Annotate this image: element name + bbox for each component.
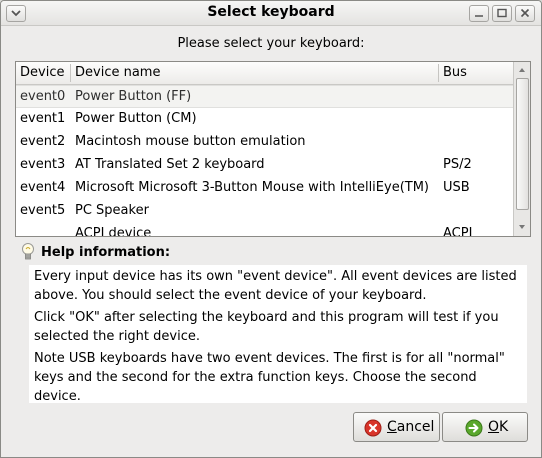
- help-paragraph: Note USB keyboards have two event device…: [34, 351, 505, 404]
- table-row[interactable]: event5 PC Speaker: [16, 200, 513, 223]
- column-header-device-name[interactable]: Device name: [75, 65, 160, 80]
- cell-bus: PS/2: [443, 157, 472, 172]
- table-row[interactable]: event4 Microsoft Microsoft 3-Button Mous…: [16, 177, 513, 200]
- scrollbar-thumb[interactable]: [516, 78, 529, 210]
- column-header-bus[interactable]: Bus: [443, 65, 467, 80]
- cell-device-name: Microsoft Microsoft 3-Button Mouse with …: [75, 180, 429, 195]
- scroll-down-icon[interactable]: [515, 220, 529, 234]
- cell-device: event1: [20, 111, 66, 126]
- ok-icon: [465, 419, 483, 437]
- cell-device-name: ACPI device: [75, 226, 152, 236]
- title-bar: Select keyboard: [1, 1, 541, 26]
- column-header-device[interactable]: Device: [20, 65, 64, 80]
- cancel-label: Cancel: [387, 419, 434, 435]
- cancel-button[interactable]: Cancel: [353, 412, 440, 442]
- cell-device-name: Power Button (FF): [75, 89, 192, 104]
- scroll-up-icon[interactable]: [515, 63, 529, 77]
- cancel-label-rest: ancel: [396, 419, 435, 435]
- cell-device-name: Power Button (CM): [75, 111, 197, 126]
- ok-button[interactable]: OK: [442, 412, 528, 442]
- cell-device: event5: [20, 203, 66, 218]
- help-heading: Help information:: [41, 245, 171, 260]
- cell-bus: USB: [443, 180, 470, 195]
- cell-device-name: PC Speaker: [75, 203, 149, 218]
- help-paragraph: Click "OK" after selecting the keyboard …: [34, 310, 499, 344]
- maximize-button[interactable]: [492, 5, 512, 22]
- cell-device-name: Macintosh mouse button emulation: [75, 134, 306, 149]
- select-prompt: Please select your keyboard:: [177, 36, 365, 51]
- help-paragraph: Every input device has its own "event de…: [34, 269, 517, 303]
- table-row[interactable]: event1 Power Button (CM): [16, 108, 513, 131]
- table-header: Device Device name Bus: [16, 62, 513, 85]
- cell-device: event0: [20, 89, 66, 104]
- cancel-mnemonic: C: [387, 419, 397, 435]
- maximize-icon: [497, 8, 507, 18]
- ok-label-rest: K: [499, 419, 509, 435]
- vertical-scrollbar[interactable]: [513, 62, 530, 236]
- close-icon: [520, 8, 530, 18]
- cell-device: event4: [20, 180, 66, 195]
- column-divider: [70, 64, 71, 82]
- table-row[interactable]: ACPI device ACPI: [16, 223, 513, 236]
- dialog-window: Select keyboard Please select your keybo…: [0, 0, 542, 458]
- cancel-icon: [364, 419, 382, 437]
- help-text-box: Every input device has its own "event de…: [29, 265, 527, 404]
- cell-device-name: AT Translated Set 2 keyboard: [75, 157, 265, 172]
- device-table[interactable]: Device Device name Bus event0 Power Butt…: [15, 61, 531, 237]
- table-row[interactable]: event0 Power Button (FF): [16, 85, 513, 108]
- column-divider: [438, 64, 439, 82]
- window-title: Select keyboard: [207, 4, 335, 20]
- close-button[interactable]: [515, 5, 535, 22]
- cell-bus: ACPI: [443, 226, 473, 236]
- lightbulb-icon: [22, 243, 34, 260]
- table-body: event0 Power Button (FF) event1 Power Bu…: [16, 85, 513, 236]
- minimize-icon: [475, 15, 483, 17]
- cell-device: event2: [20, 134, 66, 149]
- ok-label: OK: [488, 419, 508, 435]
- table-row[interactable]: event3 AT Translated Set 2 keyboard PS/2: [16, 154, 513, 177]
- ok-mnemonic: O: [488, 419, 500, 435]
- table-row[interactable]: event2 Macintosh mouse button emulation: [16, 131, 513, 154]
- cell-device: event3: [20, 157, 66, 172]
- minimize-button[interactable]: [469, 5, 489, 22]
